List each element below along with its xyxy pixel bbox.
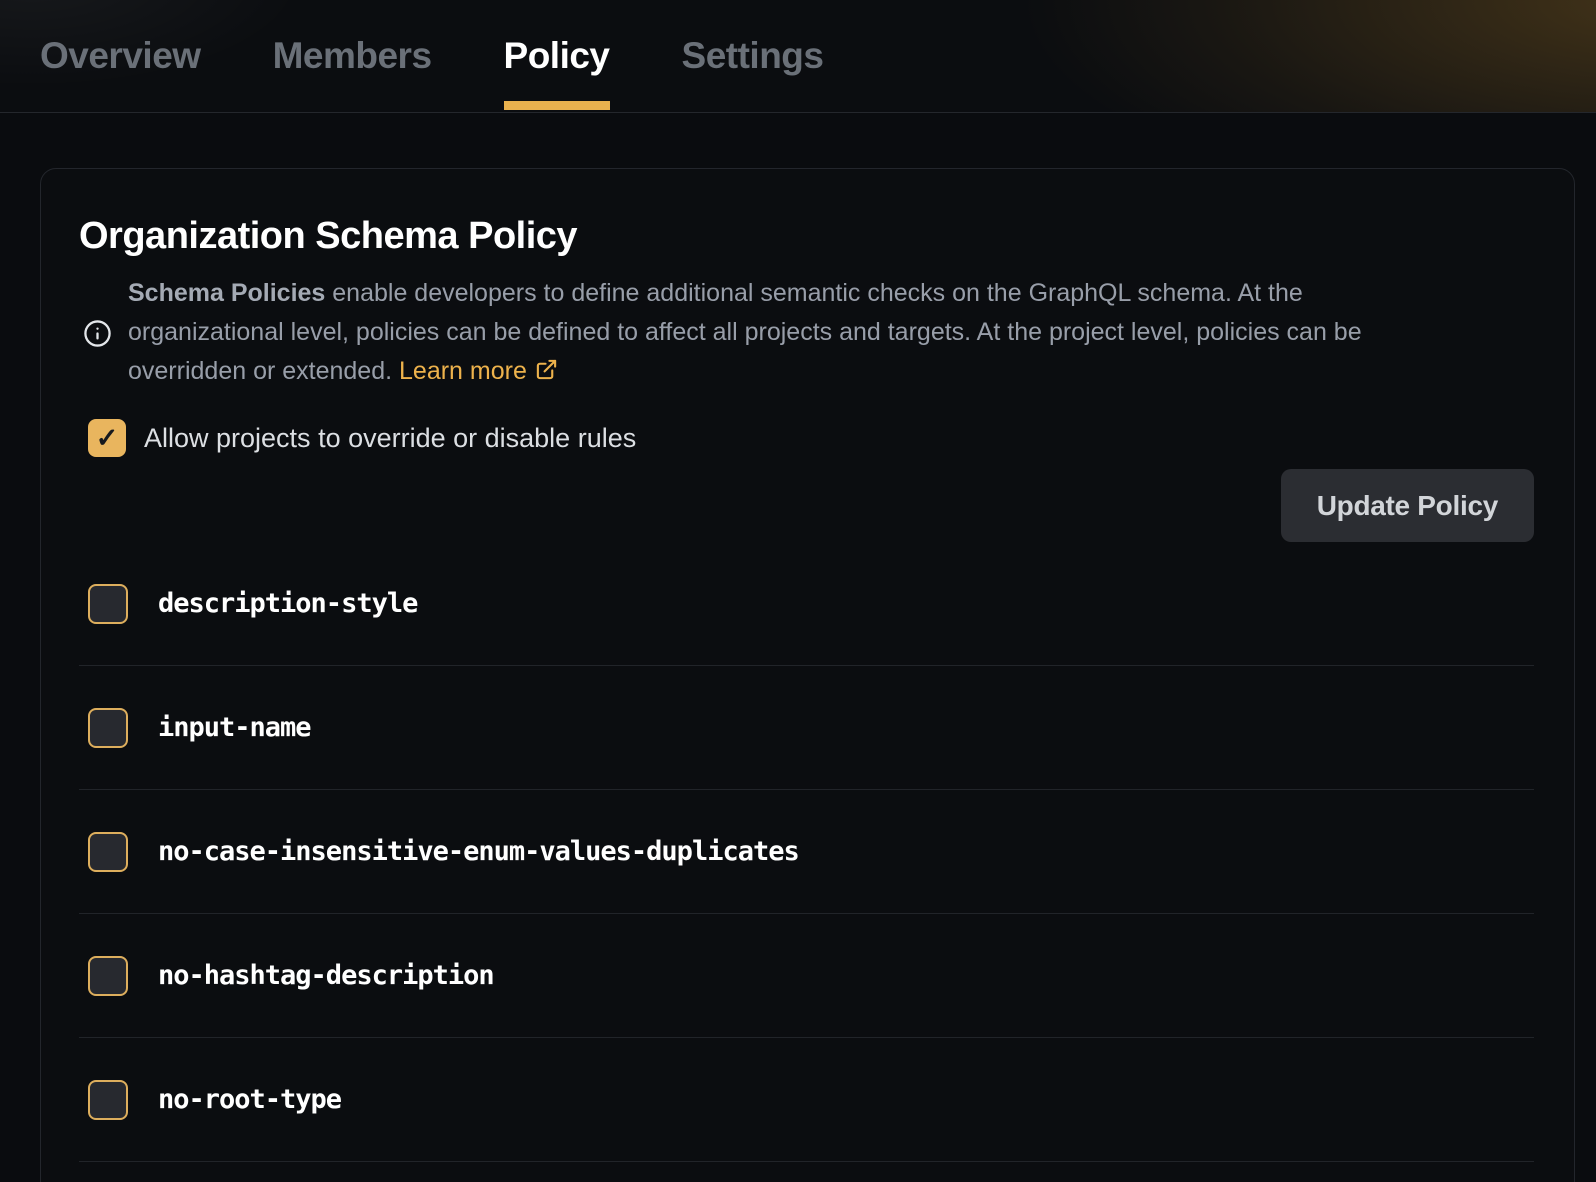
rule-name: no-case-insensitive-enum-values-duplicat…	[158, 836, 799, 867]
tab-members[interactable]: Members	[273, 0, 432, 112]
tab-overview[interactable]: Overview	[40, 0, 201, 112]
tab-settings[interactable]: Settings	[682, 0, 824, 112]
page-title: Organization Schema Policy	[79, 215, 1534, 258]
policy-info-callout: Schema Policies enable developers to def…	[83, 274, 1534, 393]
external-link-icon	[535, 354, 558, 393]
rule-row-no-root-type: no-root-type	[79, 1038, 1534, 1162]
rule-checkbox-no-hashtag-description[interactable]	[88, 956, 128, 996]
rule-row-input-name: input-name	[79, 666, 1534, 790]
rule-name: no-hashtag-description	[158, 960, 494, 991]
rule-row-description-style: description-style	[79, 542, 1534, 666]
allow-override-label[interactable]: Allow projects to override or disable ru…	[144, 423, 636, 454]
learn-more-link[interactable]: Learn more	[399, 357, 527, 385]
rule-name: no-root-type	[158, 1084, 341, 1115]
actions-row: Update Policy	[79, 469, 1534, 542]
allow-override-row: ✓ Allow projects to override or disable …	[88, 419, 1534, 457]
rule-checkbox-description-style[interactable]	[88, 584, 128, 624]
rule-name: input-name	[158, 712, 311, 743]
rule-checkbox-input-name[interactable]	[88, 708, 128, 748]
schema-policy-card: Organization Schema Policy Schema Polici…	[40, 168, 1575, 1182]
allow-override-checkbox[interactable]: ✓	[88, 419, 126, 457]
rule-checkbox-no-case-insensitive-enum-values-duplicates[interactable]	[88, 832, 128, 872]
policy-description-lead: Schema Policies	[128, 279, 325, 307]
rule-checkbox-no-root-type[interactable]	[88, 1080, 128, 1120]
info-icon	[83, 319, 112, 348]
policy-description: Schema Policies enable developers to def…	[128, 274, 1398, 393]
rule-name: description-style	[158, 588, 417, 619]
rule-row-no-case-insensitive-enum-values-duplicates: no-case-insensitive-enum-values-duplicat…	[79, 790, 1534, 914]
tab-policy[interactable]: Policy	[504, 0, 610, 112]
rule-row-no-hashtag-description: no-hashtag-description	[79, 914, 1534, 1038]
rules-list: description-style input-name no-case-ins…	[79, 542, 1534, 1162]
update-policy-button[interactable]: Update Policy	[1281, 469, 1534, 542]
org-tab-bar: Overview Members Policy Settings	[0, 0, 1596, 113]
